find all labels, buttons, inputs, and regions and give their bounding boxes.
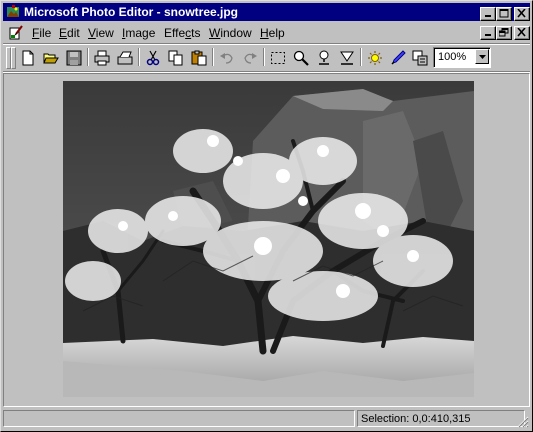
properties-button[interactable] <box>409 47 431 69</box>
scan-icon <box>117 51 133 65</box>
properties-icon <box>412 50 428 66</box>
new-button[interactable] <box>17 47 39 69</box>
menu-window-rest: indow <box>220 26 252 40</box>
open-icon <box>43 53 59 64</box>
toolbar-separator <box>212 48 214 66</box>
redo-icon <box>244 53 257 64</box>
cut-icon <box>146 50 160 66</box>
status-bar: Selection: 0,0:410,315 <box>3 408 530 429</box>
menu-effects[interactable]: Effects <box>164 26 200 40</box>
zoom-button[interactable] <box>290 47 312 69</box>
smudge-button[interactable] <box>313 47 335 69</box>
snowtree-photo[interactable] <box>63 81 474 397</box>
toolbar-separator <box>263 48 265 66</box>
minimize-button[interactable] <box>480 7 496 21</box>
menu-image[interactable]: Image <box>122 26 155 40</box>
toolbar-grip-2[interactable] <box>11 47 16 69</box>
zoom-icon <box>293 50 309 66</box>
toolbar-separator <box>87 48 89 66</box>
eyedropper-icon <box>391 50 406 65</box>
photo-editor-window: Microsoft Photo Editor - snowtree.jpg Fi… <box>0 0 533 432</box>
menu-edit-accel: E <box>59 26 68 40</box>
paste-button[interactable] <box>188 47 210 69</box>
menu-effects-pre: Effe <box>164 26 186 40</box>
select-button[interactable] <box>267 47 289 69</box>
menu-window-accel: W <box>209 26 221 40</box>
zoom-combobox[interactable]: 100% <box>433 47 491 68</box>
menu-window[interactable]: Window <box>209 26 252 40</box>
chevron-down-icon <box>479 55 486 59</box>
minimize-icon <box>485 34 491 36</box>
menu-file-rest: ile <box>39 26 52 40</box>
sharpen-icon <box>340 51 354 65</box>
title-bar[interactable]: Microsoft Photo Editor - snowtree.jpg <box>3 3 530 21</box>
doc-close-button[interactable] <box>514 26 530 40</box>
maximize-icon <box>499 9 509 18</box>
copy-button[interactable] <box>165 47 187 69</box>
close-button[interactable] <box>514 7 530 21</box>
menu-view-rest: iew <box>95 26 114 40</box>
redo-button[interactable] <box>239 47 261 69</box>
cut-button[interactable] <box>142 47 164 69</box>
maximize-button[interactable] <box>496 7 512 21</box>
menu-effects-rest: ts <box>191 26 201 40</box>
menu-help-rest: elp <box>268 26 285 40</box>
scan-button[interactable] <box>114 47 136 69</box>
undo-button[interactable] <box>216 47 238 69</box>
doc-restore-button[interactable] <box>496 26 512 40</box>
resize-grip-icon[interactable] <box>517 416 529 428</box>
restore-icon <box>499 28 509 37</box>
zoom-value: 100% <box>438 51 467 63</box>
save-button[interactable] <box>63 47 85 69</box>
status-selection-pane: Selection: 0,0:410,315 <box>357 410 525 427</box>
menu-bar: File Edit View Image Effects Window Help <box>3 23 530 42</box>
toolbar-separator <box>138 48 140 66</box>
menu-edit[interactable]: Edit <box>59 26 80 40</box>
undo-icon <box>220 53 233 64</box>
close-icon <box>517 9 526 18</box>
print-button[interactable] <box>91 47 113 69</box>
paste-icon <box>191 50 207 66</box>
save-icon <box>66 50 82 66</box>
status-selection: Selection: 0,0:410,315 <box>361 413 471 425</box>
menu-edit-rest: dit <box>67 26 80 40</box>
smudge-icon <box>319 50 329 65</box>
auto-balance-button[interactable] <box>364 47 386 69</box>
menu-image-rest: mage <box>125 26 156 40</box>
close-icon <box>517 28 526 37</box>
zoom-dropdown-button[interactable] <box>475 49 489 64</box>
document-icon[interactable] <box>9 25 24 40</box>
menu-help[interactable]: Help <box>260 26 285 40</box>
doc-minimize-button[interactable] <box>480 26 496 40</box>
new-icon <box>22 50 34 66</box>
document-area <box>3 73 530 407</box>
eyedropper-button[interactable] <box>387 47 409 69</box>
menu-view[interactable]: View <box>88 26 114 40</box>
auto-balance-icon <box>368 51 382 65</box>
copy-icon <box>168 50 183 66</box>
menu-help-accel: H <box>260 26 269 40</box>
menu-file[interactable]: File <box>32 26 51 40</box>
sharpen-button[interactable] <box>336 47 358 69</box>
open-button[interactable] <box>40 47 62 69</box>
print-icon <box>94 50 110 66</box>
toolbar: 100% <box>3 45 530 71</box>
photo-editor-app-icon <box>7 5 19 17</box>
status-message-pane <box>3 410 355 427</box>
minimize-icon <box>485 15 491 17</box>
toolbar-separator <box>360 48 362 66</box>
menu-view-accel: V <box>88 26 96 40</box>
select-icon <box>271 52 285 64</box>
window-title: Microsoft Photo Editor - snowtree.jpg <box>24 5 238 19</box>
